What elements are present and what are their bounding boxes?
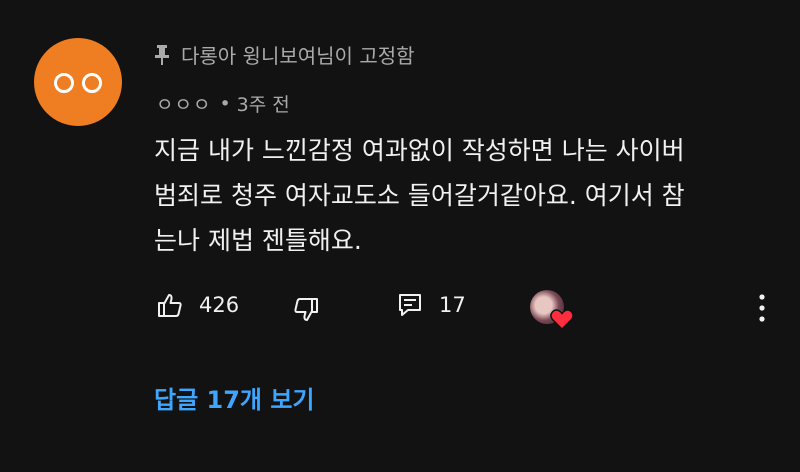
comment-time[interactable]: 3주 전 bbox=[237, 90, 290, 117]
like-count: 426 bbox=[199, 293, 240, 317]
meta-separator: • bbox=[219, 92, 231, 115]
view-replies-link[interactable]: 답글 17개 보기 bbox=[154, 380, 315, 415]
avatar-eye-left bbox=[54, 73, 74, 93]
author-name[interactable]: ㅇㅇㅇ bbox=[156, 90, 211, 117]
reply-button[interactable]: 17 bbox=[397, 292, 466, 318]
pinned-label: 다롱아 윙니보여님이 고정함 bbox=[181, 44, 415, 68]
reply-count: 17 bbox=[439, 293, 466, 317]
pin-icon bbox=[155, 44, 169, 65]
avatar-eye-right bbox=[82, 73, 102, 93]
reply-icon bbox=[399, 294, 421, 316]
thumbs-up-icon bbox=[158, 294, 182, 317]
comment-actions: 426 17 bbox=[0, 286, 800, 330]
thumbs-down-icon bbox=[294, 298, 318, 321]
like-button[interactable]: 426 bbox=[157, 292, 239, 318]
heart-icon bbox=[550, 309, 574, 330]
commenter-avatar[interactable] bbox=[34, 38, 122, 126]
pinned-badge: 다롱아 윙니보여님이 고정함 bbox=[153, 40, 415, 69]
more-options-icon[interactable] bbox=[752, 292, 772, 324]
creator-heart bbox=[530, 290, 574, 330]
pinned-comment: 다롱아 윙니보여님이 고정함 ㅇㅇㅇ • 3주 전 지금 내가 느낀감정 여과없… bbox=[0, 0, 800, 472]
comment-text: 지금 내가 느낀감정 여과없이 작성하면 나는 사이버 범죄로 청주 여자교도소… bbox=[154, 136, 685, 255]
comment-meta: ㅇㅇㅇ • 3주 전 bbox=[156, 90, 290, 117]
dislike-button[interactable] bbox=[293, 297, 319, 323]
